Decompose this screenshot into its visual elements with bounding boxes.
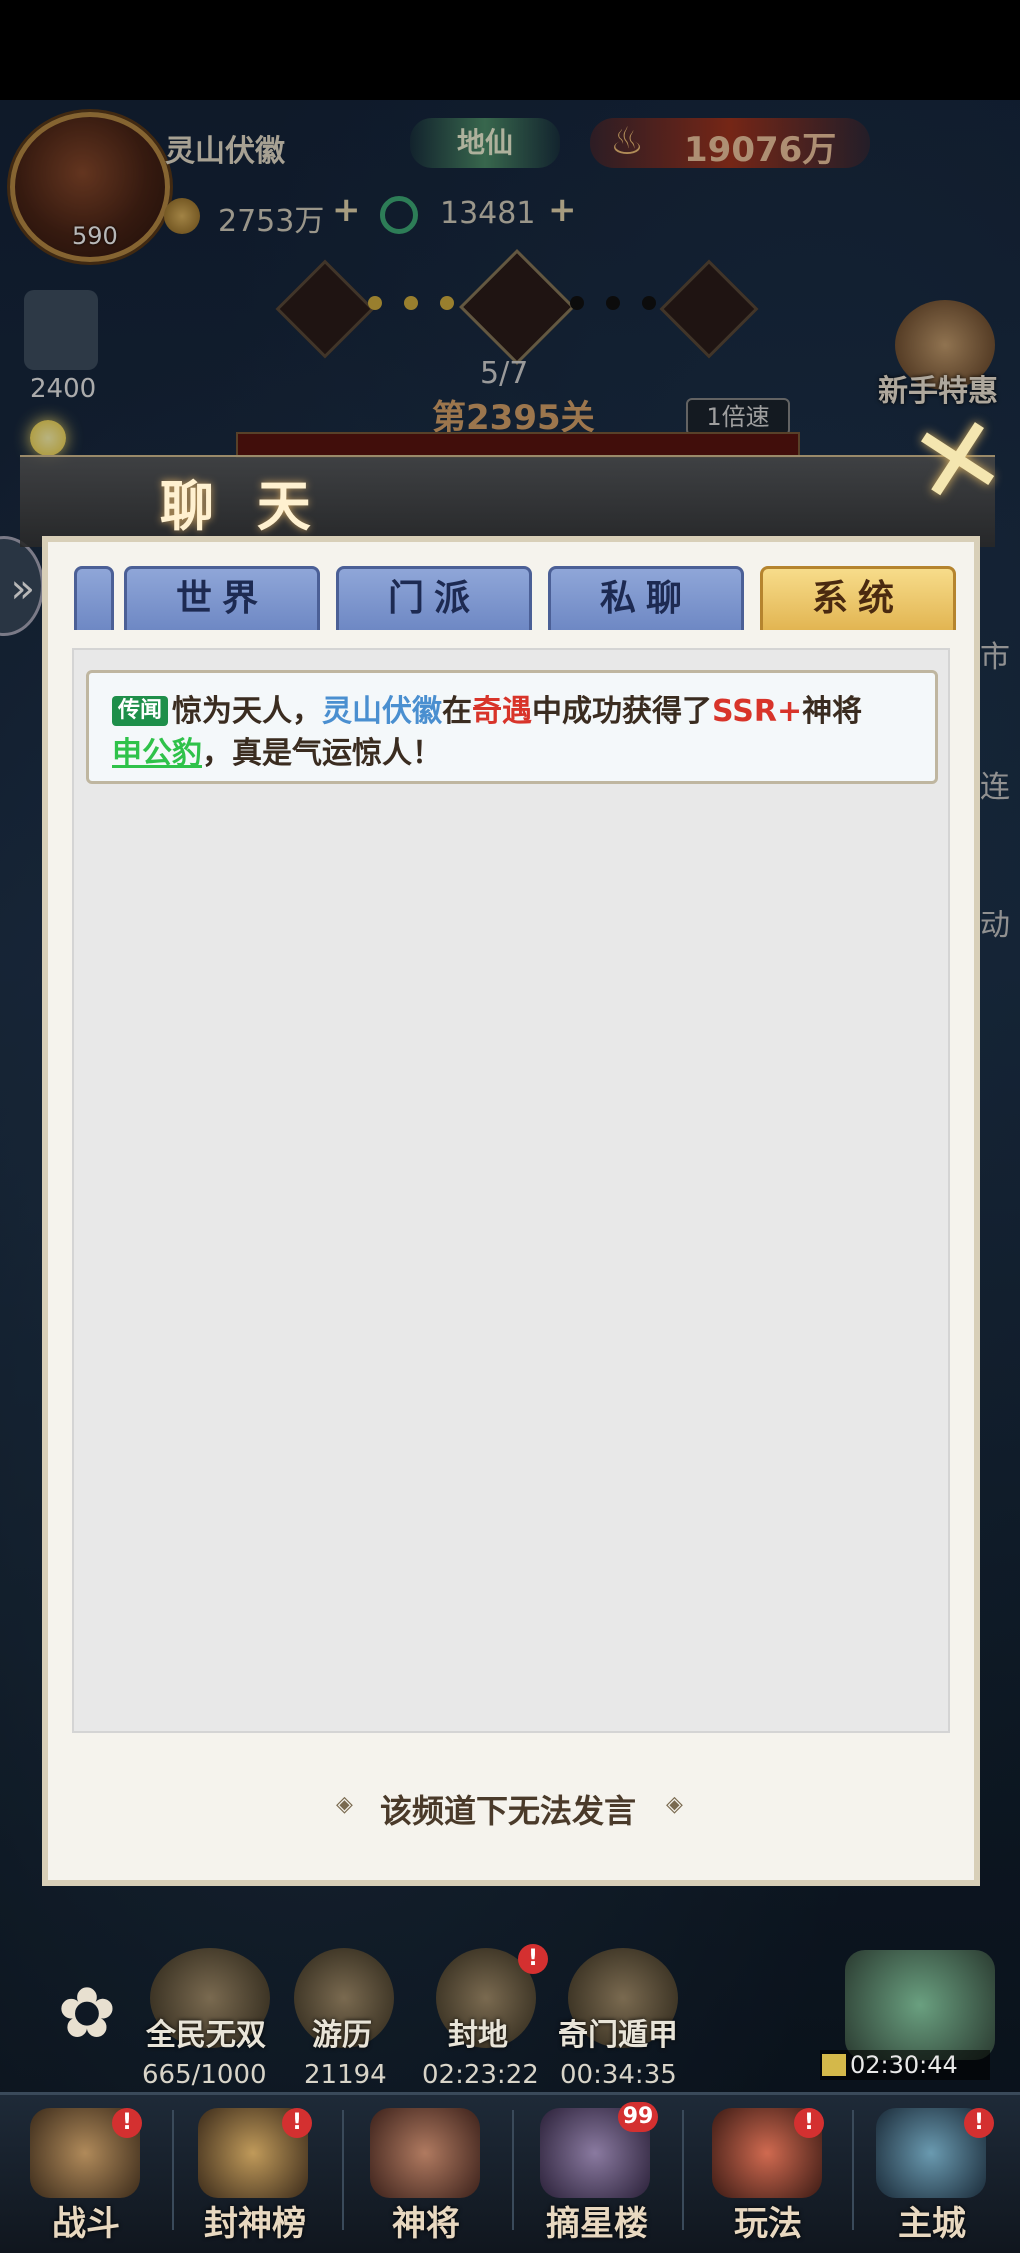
close-icon[interactable]: ✕ bbox=[900, 389, 1017, 533]
nav-item-battle[interactable]: 战斗 bbox=[52, 2196, 120, 2245]
nav-divider bbox=[342, 2110, 344, 2230]
timer-icon bbox=[822, 2054, 846, 2076]
function-value: 00:34:35 bbox=[560, 2060, 677, 2090]
nav-badge: ! bbox=[282, 2108, 312, 2138]
nav-divider bbox=[852, 2110, 854, 2230]
nav-item-hero[interactable]: 神将 bbox=[392, 2196, 460, 2245]
function-value: 665/1000 bbox=[142, 2060, 267, 2090]
no-speak-notice: 该频道下无法发言 bbox=[380, 1792, 637, 1830]
source-text: 奇遇 bbox=[472, 694, 533, 729]
message-text: 惊为天人， bbox=[172, 694, 323, 729]
function-label: 游历 bbox=[312, 2018, 372, 2053]
rarity-text: SSR+ bbox=[712, 694, 803, 729]
nav-badge: ! bbox=[112, 2108, 142, 2138]
tab-private[interactable]: 私聊 bbox=[548, 566, 744, 630]
rumor-tag: 传闻 bbox=[112, 696, 169, 726]
ornament-right-icon: ◈ bbox=[666, 1792, 683, 1817]
message-line-1: 传闻 惊为天人，灵山伏徽在奇遇中成功获得了SSR+神将 bbox=[112, 686, 862, 730]
message-text: 在 bbox=[442, 694, 473, 729]
function-label: 全民无双 bbox=[146, 2018, 266, 2053]
function-label: 封地 bbox=[448, 2018, 508, 2053]
function-label: 奇门遁甲 bbox=[558, 2018, 678, 2053]
message-text: 中成功获得了 bbox=[532, 694, 713, 729]
function-alert-badge: ! bbox=[518, 1944, 548, 1974]
message-list[interactable] bbox=[72, 648, 950, 1733]
message-line-2: 申公豹，真是气运惊人！ bbox=[112, 728, 442, 772]
message-text: ，真是气运惊人！ bbox=[202, 736, 442, 771]
treasure-chest-icon[interactable] bbox=[845, 1950, 995, 2060]
nav-item-main-city[interactable]: 主城 bbox=[898, 2196, 966, 2245]
tab-hidden[interactable] bbox=[74, 566, 114, 630]
tab-sect[interactable]: 门派 bbox=[336, 566, 532, 630]
nav-badge: ! bbox=[794, 2108, 824, 2138]
player-link[interactable]: 灵山伏徽 bbox=[322, 694, 442, 729]
nav-badge: ! bbox=[964, 2108, 994, 2138]
message-text: 神将 bbox=[802, 694, 863, 729]
hero-link[interactable]: 申公豹 bbox=[112, 736, 202, 771]
ornament-left-icon: ◈ bbox=[336, 1792, 353, 1817]
hero-icon[interactable] bbox=[370, 2108, 480, 2198]
chat-title: 聊 天 bbox=[160, 475, 323, 538]
function-value: 02:23:22 bbox=[422, 2060, 539, 2090]
nav-item-fengshenbang[interactable]: 封神榜 bbox=[204, 2196, 306, 2245]
tab-world[interactable]: 世界 bbox=[124, 566, 320, 630]
function-value: 21194 bbox=[304, 2060, 387, 2090]
nav-badge: 99 bbox=[618, 2102, 658, 2132]
nav-divider bbox=[512, 2110, 514, 2230]
tab-system[interactable]: 系统 bbox=[760, 566, 956, 630]
nav-item-star-tower[interactable]: 摘星楼 bbox=[546, 2196, 648, 2245]
flower-menu-icon[interactable]: ✿ bbox=[44, 1970, 130, 2056]
nav-item-gameplay[interactable]: 玩法 bbox=[734, 2196, 802, 2245]
nav-divider bbox=[682, 2110, 684, 2230]
nav-divider bbox=[172, 2110, 174, 2230]
bottom-nav bbox=[0, 2092, 1020, 2253]
